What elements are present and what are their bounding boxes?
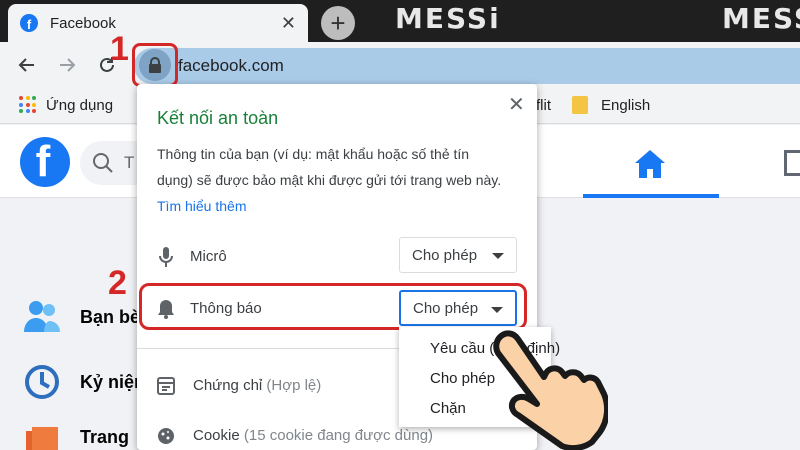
microphone-icon (157, 246, 175, 268)
apps-grid-icon[interactable] (19, 96, 37, 114)
facebook-logo-icon[interactable]: f (20, 137, 70, 187)
search-icon (92, 152, 114, 174)
certificate-label: Chứng chỉ (193, 377, 263, 394)
url-text[interactable]: facebook.com (178, 56, 284, 76)
active-tab-indicator (583, 194, 719, 198)
certificate-row[interactable]: Chứng chỉ (Hợp lệ) (193, 377, 321, 394)
cookie-icon (157, 427, 175, 449)
forward-arrow-icon[interactable] (54, 52, 80, 78)
cookie-row[interactable]: Cookie (15 cookie đang được dùng) (193, 427, 433, 444)
annotation-highlight-box (139, 283, 527, 330)
tab-title: Facebook (50, 14, 116, 32)
back-arrow-icon[interactable] (14, 52, 40, 78)
lock-icon (139, 49, 171, 81)
close-icon[interactable]: ✕ (508, 92, 525, 117)
learn-more-link[interactable]: Tìm hiểu thêm (157, 198, 246, 214)
tab-close-icon[interactable]: ✕ (281, 13, 296, 34)
site-info-button[interactable] (132, 43, 178, 87)
facebook-favicon-icon: f (20, 14, 38, 32)
popup-description: Thông tin của bạn (ví dụ: mật khẩu hoặc … (157, 141, 507, 219)
cookie-status: (15 cookie đang được dùng) (243, 427, 434, 444)
bookmark-apps[interactable]: Ứng dụng (46, 97, 113, 114)
new-tab-button[interactable]: + (321, 6, 355, 40)
watch-icon[interactable] (784, 150, 800, 176)
permission-label-microphone: Micrô (190, 248, 227, 265)
friends-icon (22, 296, 62, 336)
microphone-permission-select[interactable]: Cho phép (399, 237, 517, 273)
pages-icon (22, 425, 62, 450)
bookmark-english[interactable]: English (601, 97, 650, 114)
dropdown-caret-icon (492, 253, 504, 259)
dropdown-option-block[interactable]: Chặn (430, 400, 466, 417)
certificate-status: (Hợp lệ) (266, 377, 322, 394)
brand-watermark: MESSi (395, 2, 501, 35)
step-number-2: 2 (108, 264, 127, 302)
select-value: Cho phép (412, 246, 478, 264)
description-text: Thông tin của bạn (ví dụ: mật khẩu hoặc … (157, 146, 502, 188)
brand-watermark: MESSi (722, 2, 800, 35)
certificate-icon (157, 377, 175, 399)
search-placeholder: T (124, 153, 135, 172)
sidebar-item-pages[interactable]: Trang (80, 427, 129, 448)
home-icon[interactable] (633, 148, 667, 180)
pointing-hand-icon (478, 325, 611, 450)
step-number-1: 1 (110, 30, 129, 68)
folder-icon (572, 96, 588, 114)
sidebar-item-friends[interactable]: Bạn bè (80, 307, 140, 328)
browser-tab[interactable]: f Facebook ✕ (8, 4, 308, 42)
memories-icon (22, 362, 62, 402)
bookmark-partial[interactable]: flit (536, 97, 551, 114)
cookie-label: Cookie (193, 427, 240, 444)
popup-title: Kết nối an toàn (157, 108, 279, 128)
